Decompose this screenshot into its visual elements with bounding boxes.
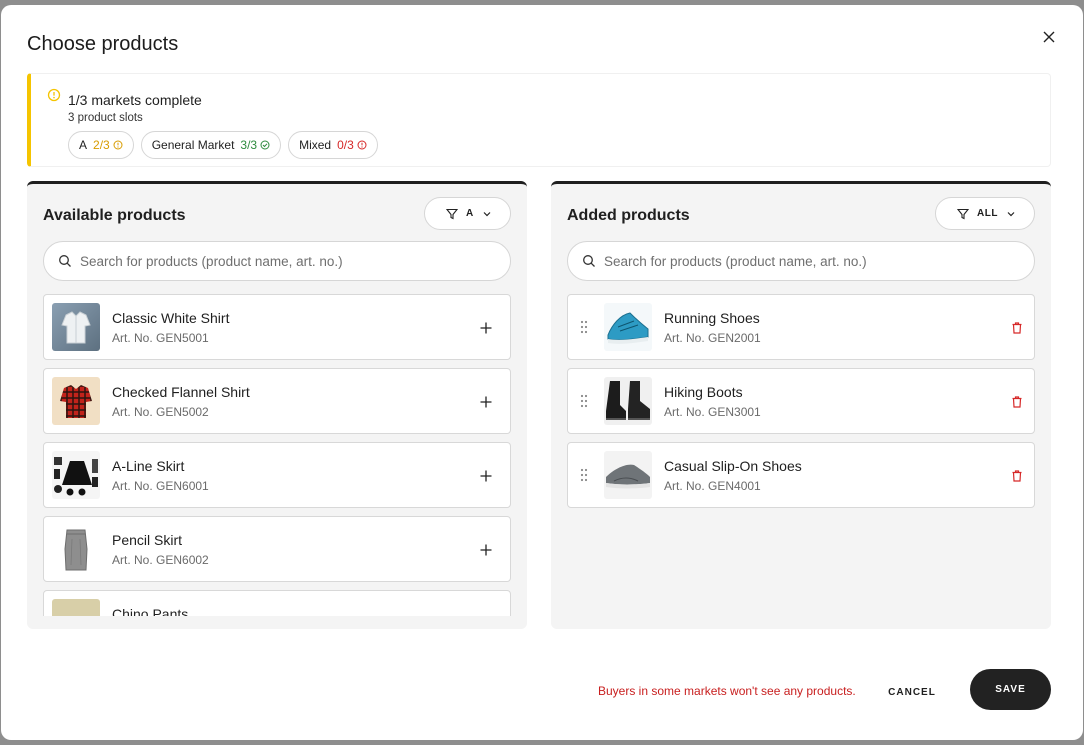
drag-handle-icon[interactable] xyxy=(580,468,588,482)
flannel-shirt-thumbnail xyxy=(52,377,100,425)
list-item: A-Line Skirt Art. No. GEN6001 xyxy=(43,442,511,508)
market-chip-mixed[interactable]: Mixed 0/3 xyxy=(288,131,378,159)
panel-title: Added products xyxy=(567,207,690,224)
product-art-no: Art. No. GEN4001 xyxy=(664,479,761,493)
pencil-skirt-thumbnail xyxy=(52,525,100,573)
remove-product-button[interactable] xyxy=(1008,466,1026,486)
panel-title: Available products xyxy=(43,207,186,224)
product-art-no: Art. No. GEN3001 xyxy=(664,405,761,419)
added-search-field xyxy=(567,241,1035,281)
added-products-list: Running Shoes Art. No. GEN2001 Hiking Bo… xyxy=(567,294,1035,616)
filter-icon xyxy=(957,208,969,219)
add-product-button[interactable] xyxy=(476,318,496,338)
drag-handle-icon[interactable] xyxy=(580,320,588,334)
plus-icon xyxy=(480,322,492,334)
product-art-no: Art. No. GEN6002 xyxy=(112,553,209,567)
add-product-button[interactable] xyxy=(476,392,496,412)
product-name: Casual Slip-On Shoes xyxy=(664,458,802,474)
remove-product-button[interactable] xyxy=(1008,318,1026,338)
market-count: 3/3 xyxy=(240,138,258,152)
chevron-down-icon xyxy=(483,211,491,216)
market-name: General Market xyxy=(151,138,235,152)
product-art-no: Art. No. GEN5001 xyxy=(112,331,209,345)
product-name: Hiking Boots xyxy=(664,384,743,400)
banner-title: 1/3 markets complete xyxy=(68,92,202,108)
warning-icon xyxy=(47,88,61,102)
market-count: 2/3 xyxy=(93,138,110,152)
filter-icon xyxy=(446,208,458,219)
chino-pants-thumbnail xyxy=(52,599,100,616)
product-name: A-Line Skirt xyxy=(112,458,185,474)
product-name: Chino Pants xyxy=(112,606,189,616)
product-name: Classic White Shirt xyxy=(112,310,230,326)
remove-product-button[interactable] xyxy=(1008,392,1026,412)
add-product-button[interactable] xyxy=(476,466,496,486)
market-chips: A 2/3 General Market 3/3 Mixed 0/3 xyxy=(68,131,378,159)
trash-icon xyxy=(1012,396,1022,408)
add-product-button[interactable] xyxy=(476,540,496,560)
market-name: Mixed xyxy=(299,138,332,152)
added-search-input[interactable] xyxy=(604,253,1004,269)
plus-icon xyxy=(480,396,492,408)
plus-icon xyxy=(480,544,492,556)
market-filter-button[interactable]: A xyxy=(424,197,511,230)
list-item: Checked Flannel Shirt Art. No. GEN5002 xyxy=(43,368,511,434)
cancel-button[interactable]: CANCEL xyxy=(881,682,943,702)
hiking-boots-thumbnail xyxy=(604,377,652,425)
available-search-field xyxy=(43,241,511,281)
available-search-input[interactable] xyxy=(80,253,480,269)
filter-label: ALL xyxy=(977,208,998,219)
chevron-down-icon xyxy=(1007,211,1015,216)
search-icon xyxy=(59,255,71,267)
product-art-no: Art. No. GEN6001 xyxy=(112,479,209,493)
markets-status-banner: 1/3 markets complete 3 product slots A 2… xyxy=(27,73,1051,167)
market-chip-a[interactable]: A 2/3 xyxy=(68,131,134,159)
list-item: Classic White Shirt Art. No. GEN5001 xyxy=(43,294,511,360)
white-shirt-thumbnail xyxy=(52,303,100,351)
trash-icon xyxy=(1012,470,1022,482)
close-icon xyxy=(1043,31,1055,43)
product-art-no: Art. No. GEN5002 xyxy=(112,405,209,419)
search-icon xyxy=(583,255,595,267)
running-shoes-thumbnail xyxy=(604,303,652,351)
available-products-panel: Available products A Classic White Shirt xyxy=(27,181,527,629)
market-name: A xyxy=(79,138,88,152)
available-products-list: Classic White Shirt Art. No. GEN5001 Che… xyxy=(43,294,511,616)
market-count: 0/3 xyxy=(337,138,354,152)
plus-icon xyxy=(480,470,492,482)
footer-warning-text: Buyers in some markets won't see any pro… xyxy=(598,684,856,698)
market-chip-general-market[interactable]: General Market 3/3 xyxy=(140,131,282,159)
product-art-no: Art. No. GEN2001 xyxy=(664,331,761,345)
list-item: Casual Slip-On Shoes Art. No. GEN4001 xyxy=(567,442,1035,508)
drag-handle-icon[interactable] xyxy=(580,394,588,408)
filter-label: A xyxy=(466,208,474,219)
error-icon xyxy=(357,140,367,150)
list-item: Pencil Skirt Art. No. GEN6002 xyxy=(43,516,511,582)
dialog-title: Choose products xyxy=(27,33,179,55)
check-circle-icon xyxy=(260,140,270,150)
slip-on-shoes-thumbnail xyxy=(604,451,652,499)
market-filter-button[interactable]: ALL xyxy=(935,197,1035,230)
close-button[interactable] xyxy=(1039,27,1059,47)
warning-icon xyxy=(113,140,123,150)
product-name: Pencil Skirt xyxy=(112,532,183,548)
save-button[interactable]: SAVE xyxy=(970,669,1051,710)
banner-subtitle: 3 product slots xyxy=(68,112,143,124)
trash-icon xyxy=(1012,322,1022,334)
choose-products-dialog: Choose products 1/3 markets complete 3 p… xyxy=(1,5,1083,740)
product-name: Checked Flannel Shirt xyxy=(112,384,250,400)
list-item: Chino Pants xyxy=(43,590,511,616)
product-name: Running Shoes xyxy=(664,310,760,326)
list-item: Running Shoes Art. No. GEN2001 xyxy=(567,294,1035,360)
list-item: Hiking Boots Art. No. GEN3001 xyxy=(567,368,1035,434)
a-line-skirt-thumbnail xyxy=(52,451,100,499)
added-products-panel: Added products ALL Search for products (… xyxy=(551,181,1051,629)
